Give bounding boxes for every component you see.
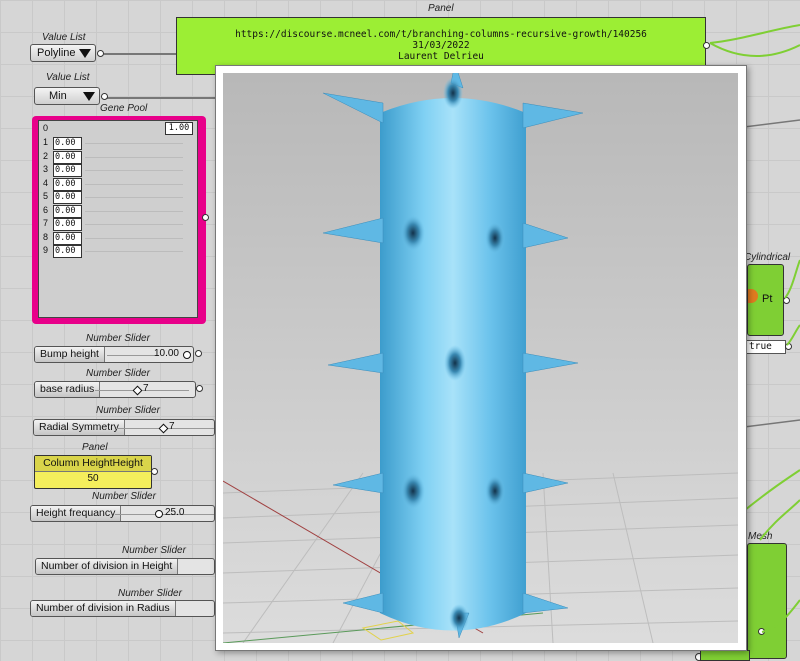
gene-index: 1: [43, 137, 49, 147]
value-list-title: Value List: [46, 72, 90, 83]
gene-row[interactable]: 5 0.00: [43, 191, 82, 204]
slider-height-frequency[interactable]: Height frequancy 25.0: [30, 505, 215, 522]
gene-row[interactable]: 7 0.00: [43, 218, 82, 231]
gene-pool-list[interactable]: 0 1.00 1 0.00 2 0.00 3 0.00 4 0.00 5 0.00 6 0.00 7 0.…: [38, 120, 198, 318]
gene-top-value[interactable]: 1.00: [165, 122, 193, 135]
gene-index: 7: [43, 218, 49, 228]
slider-value: 10.00: [153, 348, 179, 359]
gene-row-line: [85, 143, 183, 144]
slider-label: Radial Symmetry: [34, 420, 125, 435]
gene-value[interactable]: 0.00: [53, 204, 82, 218]
gene-row[interactable]: 8 0.00: [43, 231, 82, 245]
gene-row-line: [85, 183, 183, 185]
column-height-panel[interactable]: Column HeightHeight 50: [34, 455, 152, 489]
slider-radius-divisions[interactable]: Number of division in Radius: [30, 600, 215, 617]
slider-value: 7: [143, 383, 149, 394]
panel-header: Column HeightHeight: [35, 456, 151, 472]
viewport-canvas[interactable]: [223, 73, 738, 643]
gene-row[interactable]: 1 0.00: [43, 137, 82, 150]
slider-label: Bump height: [35, 347, 105, 362]
gene-value[interactable]: 0.00: [53, 245, 82, 258]
gene-value[interactable]: 0.00: [53, 218, 82, 231]
slider-label: Number of division in Height: [36, 559, 179, 574]
slider-radial-symmetry[interactable]: Radial Symmetry 7: [33, 419, 215, 436]
slider-title: Number Slider: [92, 491, 156, 502]
slider-title: Number Slider: [118, 588, 182, 599]
gene-row-line: [85, 170, 183, 171]
slider-value: 7: [169, 421, 175, 432]
slider-label: base radius: [35, 382, 101, 397]
gene-row-line: [85, 156, 183, 158]
gene-row-line: [85, 237, 183, 239]
value-list-value: Polyline: [37, 47, 76, 59]
slider-base-radius[interactable]: base radius 7: [34, 381, 196, 398]
gene-index: 0: [43, 123, 49, 133]
render-viewport[interactable]: [215, 65, 747, 651]
slider-label: Number of division in Radius: [31, 601, 176, 616]
value-list-title: Value List: [42, 32, 86, 43]
gene-index: 3: [43, 164, 49, 174]
panel-title: Panel: [428, 3, 454, 14]
slider-title: Number Slider: [122, 545, 186, 556]
wire: [104, 97, 215, 99]
slider-title: Number Slider: [86, 333, 150, 344]
slider-label: Height frequancy: [31, 506, 122, 521]
column-render: [223, 73, 738, 643]
slider-knob[interactable]: [183, 351, 191, 359]
gene-index: 6: [43, 204, 49, 215]
slider-title: Number Slider: [96, 405, 160, 416]
slider-knob[interactable]: [158, 423, 169, 434]
slider-height-divisions[interactable]: Number of division in Height: [35, 558, 215, 575]
gene-value[interactable]: 0.00: [53, 137, 82, 150]
gene-row-top: 0: [43, 123, 53, 135]
gene-row-line: [85, 197, 183, 198]
output-grip[interactable]: [196, 385, 203, 392]
slider-title: Number Slider: [86, 368, 150, 379]
value-list-polyline[interactable]: Polyline: [30, 44, 96, 62]
slider-bump-height[interactable]: Bump height 10.00: [34, 346, 194, 363]
gene-row-line: [85, 224, 183, 225]
gene-row[interactable]: 4 0.00: [43, 177, 82, 191]
value-list-min[interactable]: Min: [34, 87, 100, 105]
output-grip[interactable]: [101, 93, 108, 100]
gene-index: 2: [43, 150, 49, 161]
gene-index: 9: [43, 245, 49, 255]
gene-value[interactable]: 0.00: [53, 150, 82, 164]
gene-value[interactable]: 0.00: [53, 164, 82, 177]
gene-row-line: [85, 251, 183, 252]
gene-row[interactable]: 9 0.00: [43, 245, 82, 258]
slider-knob[interactable]: [155, 510, 163, 518]
gene-row-line: [85, 210, 183, 212]
gene-index: 4: [43, 177, 49, 188]
gene-pool-title: Gene Pool: [100, 103, 148, 114]
output-grip[interactable]: [97, 50, 104, 57]
gene-index: 5: [43, 191, 49, 201]
gene-row[interactable]: 2 0.00: [43, 150, 82, 164]
value-list-value: Min: [49, 90, 67, 102]
slider-track[interactable]: [107, 355, 159, 356]
panel-line-author: Laurent Delrieu: [398, 51, 484, 62]
panel-line-date: 31/03/2022: [412, 40, 470, 51]
gene-value[interactable]: 0.00: [53, 177, 82, 191]
panel-line-url: https://discourse.mcneel.com/t/branching…: [235, 29, 647, 40]
wire: [104, 53, 179, 55]
dropdown-arrow-icon[interactable]: [83, 92, 95, 101]
gene-row[interactable]: 3 0.00: [43, 164, 82, 177]
dropdown-arrow-icon[interactable]: [79, 49, 91, 58]
gene-row[interactable]: 6 0.00: [43, 204, 82, 218]
panel-title: Panel: [82, 442, 108, 453]
output-grip[interactable]: [202, 214, 209, 221]
slider-value: 25.0: [165, 507, 185, 518]
panel-value: 50: [87, 473, 99, 484]
gene-value[interactable]: 0.00: [53, 231, 82, 245]
gene-pool[interactable]: 0 1.00 1 0.00 2 0.00 3 0.00 4 0.00 5 0.00 6 0.00 7 0.…: [32, 116, 209, 324]
output-grip[interactable]: [151, 468, 158, 475]
gene-value[interactable]: 0.00: [53, 191, 82, 204]
slider-knob[interactable]: [132, 385, 143, 396]
gene-index: 8: [43, 231, 49, 242]
output-grip[interactable]: [195, 350, 202, 357]
